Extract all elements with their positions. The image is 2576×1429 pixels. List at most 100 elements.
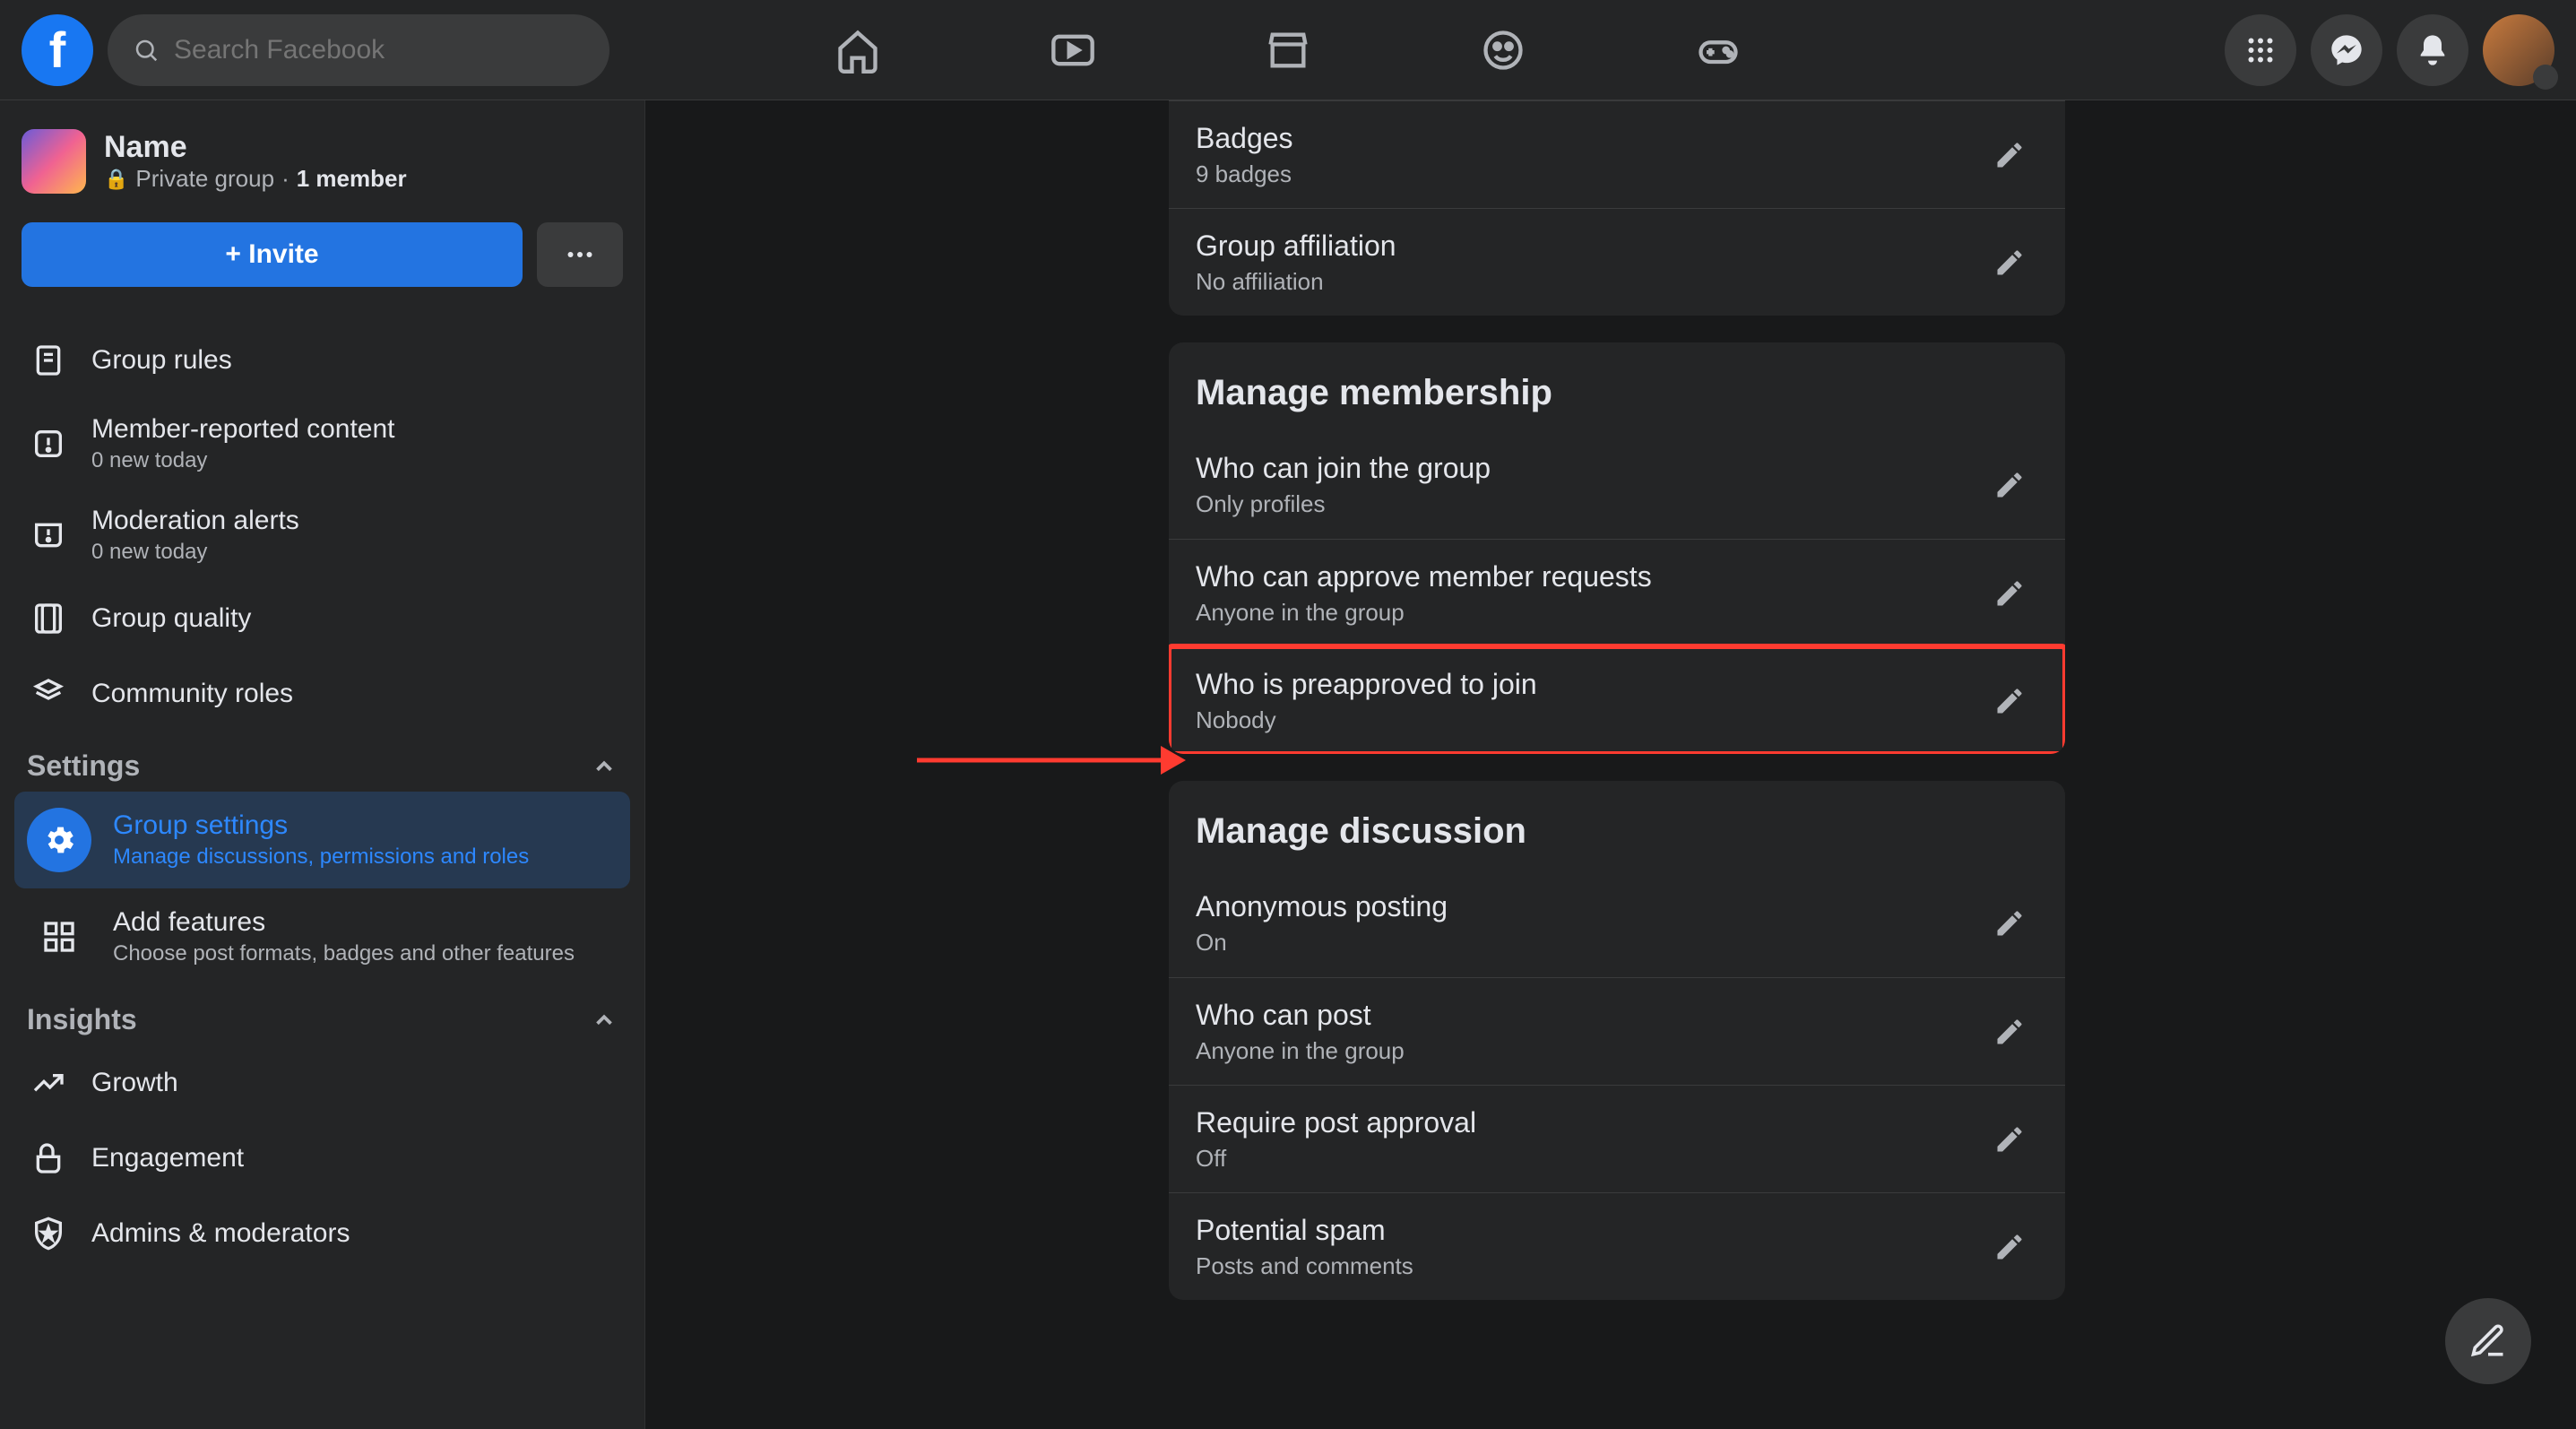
sidebar-item-sub: 0 new today	[91, 540, 299, 565]
setting-value: No affiliation	[1196, 268, 1396, 296]
edit-button[interactable]	[1981, 1218, 2038, 1276]
group-privacy: Private group	[135, 165, 274, 193]
invite-button[interactable]: + Invite	[22, 222, 523, 287]
sidebar-item-add-features[interactable]: Add features Choose post formats, badges…	[14, 888, 630, 985]
sidebar-item-label: Group rules	[91, 345, 232, 376]
notifications-icon[interactable]	[2397, 14, 2468, 86]
setting-row-who-can-join[interactable]: Who can join the group Only profiles	[1169, 431, 2065, 539]
account-avatar[interactable]	[2483, 14, 2554, 86]
gaming-icon[interactable]	[1691, 23, 1745, 77]
engagement-icon	[27, 1137, 70, 1180]
group-subtitle: 🔒 Private group · 1 member	[104, 165, 407, 193]
sidebar-item-member-reported[interactable]: Member-reported content 0 new today	[14, 398, 630, 489]
moderation-icon	[27, 514, 70, 557]
setting-value: Off	[1196, 1145, 1476, 1173]
sidebar-item-sub: 0 new today	[91, 448, 395, 473]
sidebar-item-admins[interactable]: Admins & moderators	[14, 1196, 630, 1271]
nav-tabs	[831, 23, 1745, 77]
sidebar-item-moderation-alerts[interactable]: Moderation alerts 0 new today	[14, 489, 630, 581]
section-label: Insights	[27, 1003, 137, 1036]
facebook-logo[interactable]: f	[22, 14, 93, 86]
setting-value: Nobody	[1196, 706, 1537, 734]
edit-button[interactable]	[1981, 456, 2038, 514]
card-heading: Manage discussion	[1169, 781, 2065, 870]
edit-button[interactable]	[1981, 234, 2038, 291]
annotation-arrow	[917, 757, 1186, 764]
setting-value: Anyone in the group	[1196, 1037, 1405, 1065]
sidebar-item-label: Group quality	[91, 603, 251, 634]
gear-icon	[27, 808, 91, 872]
edit-button[interactable]	[1981, 1111, 2038, 1168]
compose-button[interactable]	[2445, 1298, 2531, 1384]
menu-grid-icon[interactable]	[2225, 14, 2296, 86]
setting-row-anonymous-posting[interactable]: Anonymous posting On	[1169, 870, 2065, 977]
sidebar-item-sub: Choose post formats, badges and other fe…	[113, 941, 575, 966]
edit-button[interactable]	[1981, 565, 2038, 622]
card-setup: Badges 9 badges Group affiliation No aff…	[1169, 100, 2065, 316]
sidebar-item-label: Community roles	[91, 679, 293, 709]
setting-row-who-can-post[interactable]: Who can post Anyone in the group	[1169, 977, 2065, 1085]
sidebar-item-community-roles[interactable]: Community roles	[14, 656, 630, 732]
edit-button[interactable]	[1981, 895, 2038, 952]
features-icon	[27, 905, 91, 969]
setting-row-badges[interactable]: Badges 9 badges	[1169, 100, 2065, 208]
setting-title: Badges	[1196, 122, 1293, 155]
sidebar-item-engagement[interactable]: Engagement	[14, 1121, 630, 1196]
group-member-count: 1 member	[297, 165, 407, 193]
setting-row-potential-spam[interactable]: Potential spam Posts and comments	[1169, 1192, 2065, 1300]
top-nav: f	[0, 0, 2576, 100]
setting-row-affiliation[interactable]: Group affiliation No affiliation	[1169, 208, 2065, 316]
chevron-up-icon	[591, 753, 618, 780]
card-heading: Manage membership	[1169, 342, 2065, 431]
more-options-button[interactable]	[537, 222, 623, 287]
setting-value: Only profiles	[1196, 490, 1491, 518]
groups-icon[interactable]	[1476, 23, 1530, 77]
setting-title: Who can join the group	[1196, 452, 1491, 485]
sidebar-item-label: Group settings	[113, 810, 529, 841]
sidebar-item-group-settings[interactable]: Group settings Manage discussions, permi…	[14, 792, 630, 888]
report-icon	[27, 422, 70, 465]
sidebar-section-settings[interactable]: Settings	[14, 732, 630, 792]
search-input[interactable]	[174, 35, 584, 65]
edit-button[interactable]	[1981, 672, 2038, 730]
setting-row-require-approval[interactable]: Require post approval Off	[1169, 1085, 2065, 1192]
sidebar-item-group-rules[interactable]: Group rules	[14, 323, 630, 398]
sidebar-item-growth[interactable]: Growth	[14, 1045, 630, 1121]
invite-label: + Invite	[225, 239, 318, 270]
sidebar: Name 🔒 Private group · 1 member + Invite…	[0, 100, 645, 1429]
edit-button[interactable]	[1981, 1003, 2038, 1061]
lock-icon: 🔒	[104, 168, 128, 191]
home-icon[interactable]	[831, 23, 885, 77]
marketplace-icon[interactable]	[1261, 23, 1315, 77]
group-name: Name	[104, 130, 407, 165]
rules-icon	[27, 339, 70, 382]
sidebar-section-insights[interactable]: Insights	[14, 985, 630, 1045]
watch-icon[interactable]	[1046, 23, 1100, 77]
edit-button[interactable]	[1981, 126, 2038, 184]
sidebar-item-group-quality[interactable]: Group quality	[14, 581, 630, 656]
sidebar-item-sub: Manage discussions, permissions and role…	[113, 844, 529, 870]
setting-value: 9 badges	[1196, 160, 1293, 188]
messenger-icon[interactable]	[2311, 14, 2382, 86]
card-membership: Manage membership Who can join the group…	[1169, 342, 2065, 754]
card-discussion: Manage discussion Anonymous posting On W…	[1169, 781, 2065, 1300]
setting-title: Require post approval	[1196, 1106, 1476, 1139]
setting-row-preapproved[interactable]: Who is preapproved to join Nobody	[1169, 646, 2065, 754]
nav-right	[2225, 14, 2554, 86]
search-icon	[133, 37, 174, 64]
setting-title: Group affiliation	[1196, 230, 1396, 263]
setting-title: Who can post	[1196, 999, 1405, 1032]
sidebar-item-label: Admins & moderators	[91, 1218, 350, 1249]
group-cover-image	[22, 129, 86, 194]
setting-title: Potential spam	[1196, 1214, 1413, 1247]
sidebar-item-label: Growth	[91, 1068, 178, 1098]
chevron-up-icon	[591, 1007, 618, 1034]
sidebar-item-label: Add features	[113, 907, 575, 938]
setting-title: Anonymous posting	[1196, 890, 1448, 923]
setting-row-approve-requests[interactable]: Who can approve member requests Anyone i…	[1169, 539, 2065, 646]
sidebar-item-label: Engagement	[91, 1143, 244, 1174]
search-input-container[interactable]	[108, 14, 609, 86]
growth-icon	[27, 1061, 70, 1104]
group-header[interactable]: Name 🔒 Private group · 1 member	[14, 122, 630, 201]
setting-value: Posts and comments	[1196, 1252, 1413, 1280]
